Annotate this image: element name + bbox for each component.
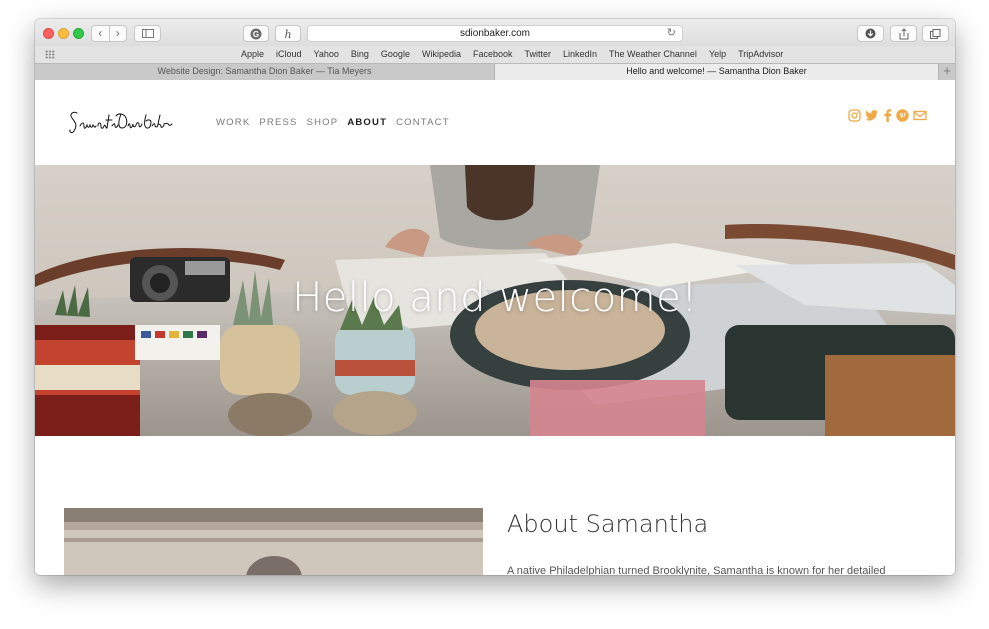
nav-contact[interactable]: CONTACT <box>396 117 450 128</box>
hero-title: Hello and welcome! <box>292 275 698 321</box>
favorite-bing[interactable]: Bing <box>351 49 369 59</box>
tab-hello-welcome[interactable]: Hello and welcome! — Samantha Dion Baker <box>495 64 938 80</box>
favorite-yahoo[interactable]: Yahoo <box>314 49 339 59</box>
favorite-linkedin[interactable]: LinkedIn <box>563 49 597 59</box>
new-tab-button[interactable]: + <box>938 64 955 80</box>
grammarly-icon: G <box>250 28 262 39</box>
favorite-tripadvisor[interactable]: TripAdvisor <box>738 49 783 59</box>
nav-work[interactable]: WORK <box>216 117 250 128</box>
close-window-button[interactable] <box>43 28 54 39</box>
twitter-icon[interactable] <box>865 109 879 122</box>
top-sites-grid-icon[interactable] <box>45 50 55 59</box>
back-forward-buttons: ‹ › <box>91 25 127 42</box>
portrait-image <box>64 508 483 575</box>
signature-logo-image <box>69 111 173 134</box>
show-tabs-button[interactable] <box>922 25 949 42</box>
url-text: sdionbaker.com <box>459 28 531 39</box>
grammarly-extension-button[interactable]: G <box>243 25 269 42</box>
minimize-window-button[interactable] <box>58 28 69 39</box>
favorite-twitter[interactable]: Twitter <box>525 49 552 59</box>
facebook-icon[interactable] <box>883 109 892 122</box>
address-bar[interactable]: sdionbaker.com ↻ <box>307 25 683 42</box>
tabs-overview-icon <box>930 28 941 39</box>
downloads-button[interactable] <box>857 25 884 42</box>
pinterest-icon[interactable] <box>896 109 909 122</box>
web-page: WORK PRESS SHOP ABOUT CONTACT Hello and … <box>35 80 955 575</box>
reload-icon[interactable]: ↻ <box>667 26 676 41</box>
favorite-the-weather-channel[interactable]: The Weather Channel <box>609 49 697 59</box>
back-icon[interactable]: ‹ <box>92 26 109 41</box>
svg-text:G: G <box>253 30 259 39</box>
browser-window: ‹ › G ℎ sdionbaker.com ↻ Apple iCloud Yaho… <box>35 19 955 575</box>
site-logo[interactable] <box>68 108 174 143</box>
share-icon <box>899 27 908 39</box>
site-header: WORK PRESS SHOP ABOUT CONTACT <box>35 80 955 165</box>
extension-icon: ℎ <box>284 28 291 40</box>
favorite-icloud[interactable]: iCloud <box>276 49 302 59</box>
nav-press[interactable]: PRESS <box>259 117 297 128</box>
sidebar-toggle-button[interactable] <box>134 25 161 42</box>
social-links <box>848 109 927 122</box>
about-heading: About Samantha <box>507 510 709 538</box>
svg-text:ℎ: ℎ <box>284 28 291 40</box>
hero-banner: Hello and welcome! <box>35 165 955 436</box>
share-button[interactable] <box>890 25 917 42</box>
nav-shop[interactable]: SHOP <box>307 117 339 128</box>
about-photo <box>64 508 483 575</box>
favorite-facebook[interactable]: Facebook <box>473 49 513 59</box>
favorites-list: Apple iCloud Yahoo Bing Google Wikipedia Faceb… <box>241 49 795 59</box>
favorite-google[interactable]: Google <box>381 49 410 59</box>
instagram-icon[interactable] <box>848 109 861 122</box>
download-icon <box>865 28 876 39</box>
browser-toolbar: ‹ › G ℎ sdionbaker.com ↻ <box>35 19 955 46</box>
favorite-wikipedia[interactable]: Wikipedia <box>422 49 461 59</box>
favorite-yelp[interactable]: Yelp <box>709 49 726 59</box>
forward-icon[interactable]: › <box>110 26 127 41</box>
nav-about[interactable]: ABOUT <box>347 117 387 128</box>
tab-website-design[interactable]: Website Design: Samantha Dion Baker — Ti… <box>35 64 495 80</box>
about-paragraph: A native Philadelphian turned Brooklynit… <box>507 565 886 575</box>
sidebar-icon <box>141 29 154 38</box>
zoom-window-button[interactable] <box>73 28 84 39</box>
tab-bar: Website Design: Samantha Dion Baker — Ti… <box>35 63 955 80</box>
extension-button[interactable]: ℎ <box>275 25 301 42</box>
favorite-apple[interactable]: Apple <box>241 49 264 59</box>
email-icon[interactable] <box>913 109 927 122</box>
main-nav: WORK PRESS SHOP ABOUT CONTACT <box>216 117 459 128</box>
favorites-bar: Apple iCloud Yahoo Bing Google Wikipedia Faceb… <box>35 46 955 63</box>
